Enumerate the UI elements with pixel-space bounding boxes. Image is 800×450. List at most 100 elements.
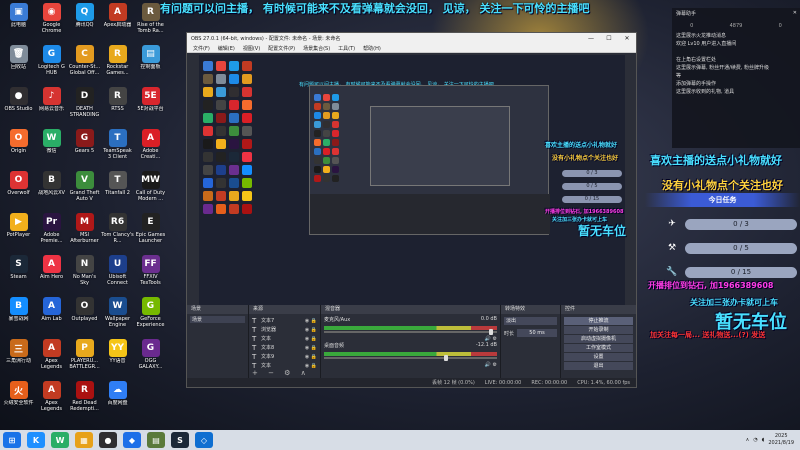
desktop-icon[interactable]: Q 腾讯QQ [68,2,101,40]
desktop-icon[interactable]: 5E 5E对战平台 [134,86,167,124]
menu-item[interactable]: 编辑(E) [218,45,235,52]
desktop-icon[interactable]: ◉ Google Chrome [35,2,68,40]
desktop-icon[interactable]: V Grand Theft Auto V [68,170,101,208]
desktop-icon[interactable]: C Counter-St... Global Off... [68,44,101,82]
mixer-channel-actions[interactable]: 🔊 ⚙ [324,362,497,368]
menu-item[interactable]: 配置文件(P) [268,45,295,52]
desktop-icon[interactable]: ☁ 百度网盘 [101,380,134,418]
desktop-icon[interactable]: E Epic Games Launcher [134,212,167,250]
desktop-icon[interactable]: A Apex Legends [35,338,68,376]
desktop-icon[interactable]: M MSI Afterburner [68,212,101,250]
menu-item[interactable]: 视图(V) [243,45,260,52]
wechat-icon[interactable]: W [51,432,69,448]
control-button[interactable]: 启动虚拟摄像机 [564,335,633,343]
desktop-icon[interactable]: Pr Adobe Premie... [35,212,68,250]
source-item[interactable]: T 文本8 ◉ 🔒 [252,343,317,352]
desktop-icon-label: 战地风云XV [38,190,65,196]
desktop-icon[interactable]: 三三角洲行动 [2,338,35,376]
eye-icon[interactable]: ◉ 🔒 [305,318,317,324]
volume-icon[interactable]: ◖ [762,437,765,443]
preview-icon [314,139,321,146]
desktop-icon[interactable]: A Adobe Creati... [134,128,167,166]
control-button[interactable]: 设置 [564,353,633,361]
desktop-icon[interactable]: MW Call of Duty Modern ... [134,170,167,208]
desktop-icon[interactable]: R Rockstar Games... [101,44,134,82]
menu-item[interactable]: 场景集合(S) [303,45,330,52]
obs-icon[interactable]: ● [99,432,117,448]
source-item[interactable]: T 浏览器 ◉ 🔒 [252,325,317,334]
desktop-icon[interactable]: R RTSS [101,86,134,124]
desktop-icon[interactable]: W Wallpaper Engine [101,296,134,334]
desktop-icon[interactable]: 火火绒安全软件 [2,380,35,418]
steam-icon[interactable]: S [171,432,189,448]
game-icon[interactable]: ▤ [147,432,165,448]
desktop-icon[interactable]: W 微信 [35,128,68,166]
chevron-up-icon[interactable]: ∧ [746,437,750,443]
source-item[interactable]: T 文本7 ◉ 🔒 [252,316,317,325]
clock[interactable]: 2025 2021/8/19 [768,433,794,447]
windows-icon[interactable]: ⊞ [3,432,21,448]
desktop-icon[interactable]: U Ubisoft Connect [101,254,134,292]
control-button[interactable]: 工作室模式 [564,344,633,352]
scene-item[interactable]: 场景 [190,316,245,323]
desktop-icon[interactable]: 🗑 回收站 [2,44,35,82]
maximize-icon[interactable]: ☐ [600,33,618,44]
desktop-icon[interactable]: ● OBS Studio [2,86,35,124]
minimize-icon[interactable]: — [582,33,600,44]
menu-item[interactable]: 工具(T) [338,45,355,52]
network-icon[interactable]: ◔ [753,437,757,443]
desktop-icon[interactable]: FF FFXIV TexTools [134,254,167,292]
duration-input[interactable]: 50 ms [517,329,557,337]
desktop-icon[interactable]: ♪ 网易云音乐 [35,86,68,124]
menu-item[interactable]: 帮助(H) [363,45,381,52]
desktop-icon[interactable]: A Apex Legends [35,380,68,418]
explorer-icon[interactable]: ▦ [75,432,93,448]
desktop-icon[interactable]: G OGG GALAXY... [134,338,167,376]
desktop-icon[interactable]: A Aim Lab [35,296,68,334]
close-icon[interactable]: ✕ [618,33,636,44]
desktop-icon[interactable]: ▣ 此电脑 [2,2,35,40]
desktop-icon[interactable]: T Titanfall 2 [101,170,134,208]
eye-icon[interactable]: ◉ 🔒 [305,345,317,351]
desktop-icon[interactable]: S Steam [2,254,35,292]
desktop-icon[interactable]: ▤ 控制面板 [134,44,167,82]
kook-icon[interactable]: K [27,432,45,448]
desktop-icon[interactable]: O Origin [2,128,35,166]
desktop-icon[interactable]: A Apex启动器 [101,2,134,40]
desktop-icon[interactable]: N No Man's Sky [68,254,101,292]
source-item[interactable]: T 文本 ◉ 🔒 [252,334,317,343]
desktop-icon[interactable]: R Red Dead Redempti... [68,380,101,418]
desktop-icon[interactable]: A Aim Hero [35,254,68,292]
desktop-icon[interactable]: B 战地风云XV [35,170,68,208]
desktop-icon[interactable]: O Overwolf [2,170,35,208]
menu-item[interactable]: 文件(F) [193,45,210,52]
eye-icon[interactable]: ◉ 🔒 [305,363,317,369]
app-icon[interactable]: ◆ [123,432,141,448]
desktop-icon[interactable]: O Outplayed [68,296,101,334]
app-icon: ◉ [42,3,61,21]
eye-icon[interactable]: ◉ 🔒 [305,327,317,333]
transition-select[interactable]: 淡出 [504,317,557,325]
obs-title-bar[interactable]: OBS 27.0.1 (64-bit, windows) - 配置文件: 未命名… [187,33,636,44]
desktop-icon[interactable]: B 暴雪战网 [2,296,35,334]
control-button[interactable]: 退出 [564,362,633,370]
desktop-icon[interactable]: R Rise of the Tomb Ra... [134,2,167,40]
desktop-icon[interactable]: YY YY语音 [101,338,134,376]
desktop-icon[interactable]: G Gears 5 [68,128,101,166]
volume-slider[interactable] [324,355,497,361]
desktop-icon[interactable]: G Logitech G HUB [35,44,68,82]
desktop-icon[interactable]: R6 Tom Clancy's R... [101,212,134,250]
desktop-icon[interactable]: G GeForce Experience [134,296,167,334]
eye-icon[interactable]: ◉ 🔒 [305,336,317,342]
eye-icon[interactable]: ◉ 🔒 [305,354,317,360]
close-icon[interactable]: ✕ [793,10,797,16]
desktop-icon[interactable]: T TeamSpeak 3 Client [101,128,134,166]
desktop-icon[interactable]: ▶ PotPlayer [2,212,35,250]
desktop-icon[interactable]: P PLAYERU... BATTLEGR... [68,338,101,376]
source-item[interactable]: T 文本9 ◉ 🔒 [252,352,317,361]
store-icon[interactable]: ◇ [195,432,213,448]
volume-slider[interactable] [324,329,497,335]
desktop-icon[interactable]: D DEATH STRANDING [68,86,101,124]
control-button[interactable]: 停止推流 [564,317,633,325]
control-button[interactable]: 开始录制 [564,326,633,334]
